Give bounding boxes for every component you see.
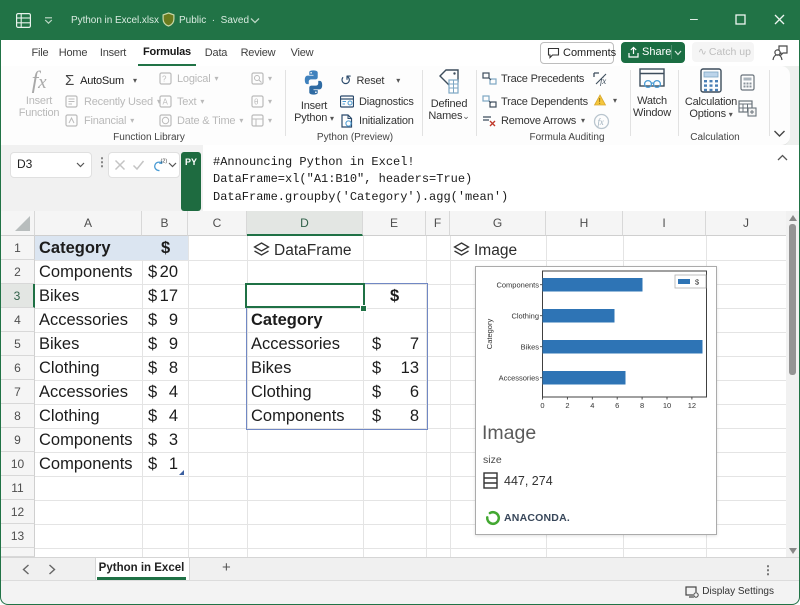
svg-text:Bikes: Bikes bbox=[521, 343, 540, 352]
svg-text:Clothing: Clothing bbox=[511, 312, 539, 321]
svg-text:(2): (2) bbox=[161, 159, 168, 165]
svg-text:10: 10 bbox=[663, 401, 671, 410]
svg-text:6: 6 bbox=[615, 401, 619, 410]
svg-text:Components: Components bbox=[496, 281, 539, 290]
svg-text:12: 12 bbox=[688, 401, 696, 410]
svg-text:A: A bbox=[163, 98, 169, 107]
svg-text:θ: θ bbox=[254, 98, 259, 107]
svg-text:0: 0 bbox=[540, 401, 544, 410]
svg-text:8: 8 bbox=[640, 401, 644, 410]
svg-text:?: ? bbox=[162, 75, 167, 84]
svg-text:fx: fx bbox=[600, 76, 606, 86]
svg-text:2: 2 bbox=[565, 401, 569, 410]
svg-text:Accessories: Accessories bbox=[499, 374, 540, 383]
svg-text:fx: fx bbox=[598, 117, 604, 127]
svg-text:Category: Category bbox=[485, 319, 494, 350]
svg-text:!: ! bbox=[599, 97, 601, 106]
svg-text:4: 4 bbox=[590, 401, 594, 410]
